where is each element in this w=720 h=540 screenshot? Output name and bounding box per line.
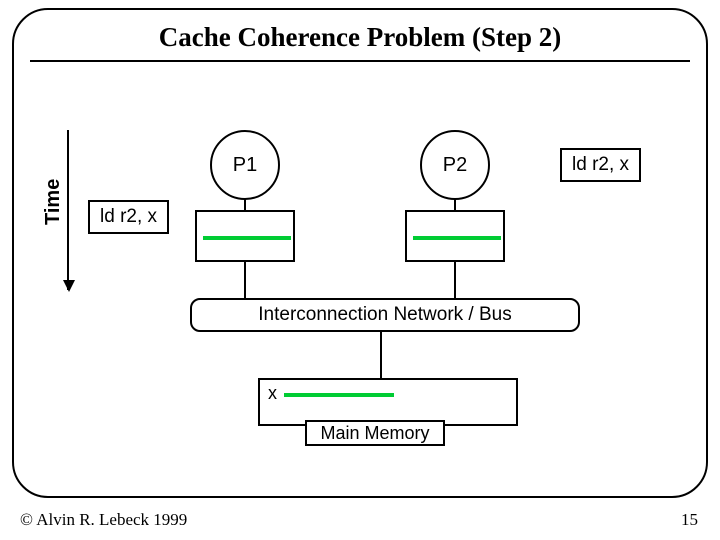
title-underline — [30, 60, 690, 62]
copyright-text: © Alvin R. Lebeck 1999 — [20, 510, 187, 530]
cache-p2 — [405, 210, 505, 262]
slide-title: Cache Coherence Problem (Step 2) — [0, 22, 720, 53]
processor-p2: P2 — [420, 130, 490, 200]
time-axis-label: Time — [42, 179, 65, 225]
connector-cache1-bus — [244, 262, 246, 298]
page-number: 15 — [681, 510, 698, 530]
processor-p1: P1 — [210, 130, 280, 200]
main-memory-box — [258, 378, 518, 426]
memory-variable-x: x — [268, 383, 277, 404]
memory-line-icon — [284, 393, 394, 397]
connector-bus-memory — [380, 332, 382, 378]
cache-p1 — [195, 210, 295, 262]
cache-line-icon — [413, 236, 501, 240]
connector-p1-cache — [244, 198, 246, 210]
time-arrow-icon — [67, 130, 69, 290]
bus-label: Interconnection Network / Bus — [190, 298, 580, 332]
main-memory-label: Main Memory — [305, 420, 445, 446]
connector-p2-cache — [454, 198, 456, 210]
ld-instruction-left: ld r2, x — [88, 200, 169, 234]
cache-line-icon — [203, 236, 291, 240]
ld-instruction-right: ld r2, x — [560, 148, 641, 182]
connector-cache2-bus — [454, 262, 456, 298]
